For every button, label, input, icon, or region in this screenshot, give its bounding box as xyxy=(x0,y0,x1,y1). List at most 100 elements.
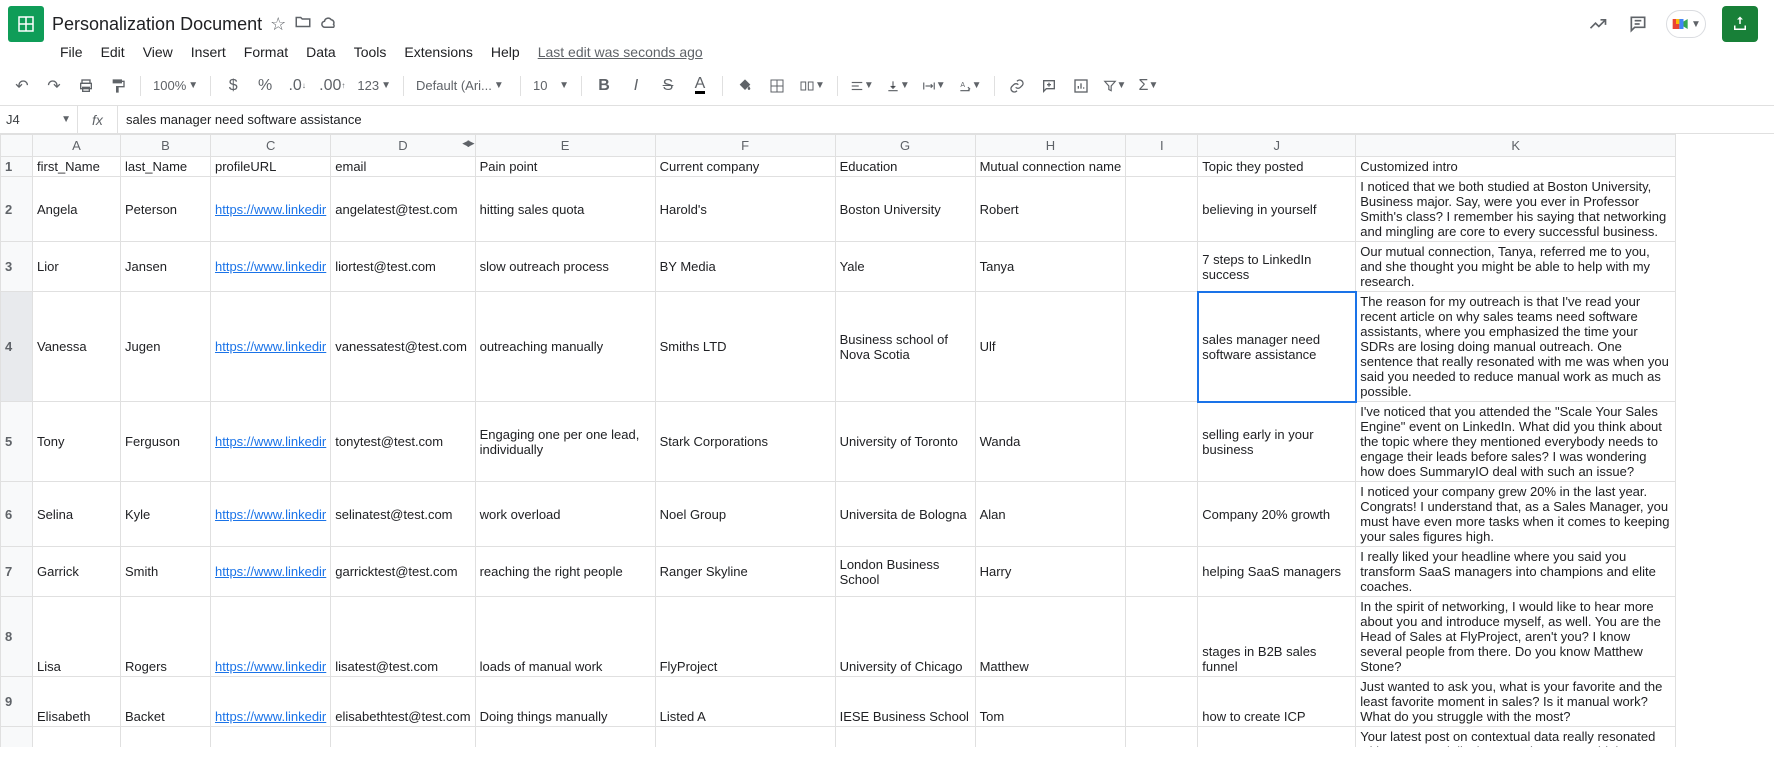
column-header-C[interactable]: C xyxy=(211,135,331,157)
cloud-status-icon[interactable] xyxy=(320,13,338,36)
cell[interactable]: Just wanted to ask you, what is your fav… xyxy=(1356,677,1676,727)
cell[interactable]: Ranger Skyline xyxy=(655,547,835,597)
column-header-J[interactable]: J xyxy=(1198,135,1356,157)
cell[interactable]: The reason for my outreach is that I've … xyxy=(1356,292,1676,402)
select-all-corner[interactable] xyxy=(1,135,33,157)
column-header-H[interactable]: H xyxy=(975,135,1126,157)
cell[interactable]: Jugen xyxy=(121,292,211,402)
cell[interactable]: Rogers xyxy=(121,597,211,677)
cell[interactable]: Eloise xyxy=(33,727,121,748)
cell[interactable]: Angela xyxy=(33,177,121,242)
cell[interactable]: Lior xyxy=(33,242,121,292)
sheets-logo-icon[interactable] xyxy=(8,6,44,42)
cell[interactable]: Elisabeth xyxy=(33,677,121,727)
cell[interactable]: Customized intro xyxy=(1356,157,1676,177)
bold-button[interactable]: B xyxy=(590,72,618,100)
decrease-decimal-button[interactable]: .0↓ xyxy=(283,72,311,100)
cell[interactable]: email xyxy=(331,157,475,177)
cell[interactable]: https://www.linkedir xyxy=(211,482,331,547)
column-header-G[interactable]: G xyxy=(835,135,975,157)
cell[interactable]: London Business School xyxy=(835,547,975,597)
fill-color-button[interactable] xyxy=(731,72,759,100)
italic-button[interactable]: I xyxy=(622,72,650,100)
cell[interactable]: Engaging one per one lead, individually xyxy=(475,402,655,482)
spreadsheet-grid[interactable]: ABCD◀ ▶EFGHIJK 1first_Namelast_Nameprofi… xyxy=(0,134,1774,747)
cell[interactable]: Smith xyxy=(121,547,211,597)
cell[interactable]: University of Chicago xyxy=(835,597,975,677)
cell[interactable]: Company 20% growth xyxy=(1198,482,1356,547)
cell[interactable]: Listed A xyxy=(655,677,835,727)
cell[interactable] xyxy=(1126,242,1198,292)
increase-decimal-button[interactable]: .00↑ xyxy=(315,72,349,100)
document-title[interactable]: Personalization Document xyxy=(52,14,262,35)
print-button[interactable] xyxy=(72,72,100,100)
cell[interactable]: Doing things manually xyxy=(475,677,655,727)
formula-input[interactable]: sales manager need software assistance xyxy=(118,112,1774,127)
cell[interactable]: loads of manual work xyxy=(475,597,655,677)
cell[interactable]: https://www.linkedir xyxy=(211,177,331,242)
cell[interactable]: elisabethtest@test.com xyxy=(331,677,475,727)
font-select[interactable]: Default (Ari... ▼ xyxy=(412,74,512,98)
undo-button[interactable]: ↶ xyxy=(8,72,36,100)
cell[interactable]: Backet xyxy=(121,677,211,727)
row-header[interactable]: 6 xyxy=(1,482,33,547)
cell[interactable]: vanessatest@test.com xyxy=(331,292,475,402)
cell[interactable] xyxy=(1126,157,1198,177)
cell[interactable]: Yale xyxy=(835,242,975,292)
cell[interactable]: Tony xyxy=(33,402,121,482)
filter-button[interactable]: ▼ xyxy=(1099,72,1131,100)
cell[interactable]: tonytest@test.com xyxy=(331,402,475,482)
redo-button[interactable]: ↷ xyxy=(40,72,68,100)
cell[interactable]: lisatest@test.com xyxy=(331,597,475,677)
cell[interactable]: In the spirit of networking, I would lik… xyxy=(1356,597,1676,677)
cell[interactable]: liortest@test.com xyxy=(331,242,475,292)
cell[interactable] xyxy=(1126,177,1198,242)
cell[interactable]: outreaching manually xyxy=(475,292,655,402)
cell[interactable]: Ferguson xyxy=(121,402,211,482)
last-edit-link[interactable]: Last edit was seconds ago xyxy=(538,44,703,60)
column-header-K[interactable]: K xyxy=(1356,135,1676,157)
cell[interactable]: Alan xyxy=(975,482,1126,547)
star-icon[interactable]: ☆ xyxy=(270,14,286,35)
format-currency-button[interactable]: $ xyxy=(219,72,247,100)
cell[interactable]: I noticed your company grew 20% in the l… xyxy=(1356,482,1676,547)
cell[interactable]: helping SaaS managers xyxy=(1198,547,1356,597)
name-box[interactable]: J4▼ xyxy=(0,106,78,133)
profile-url-link[interactable]: https://www.linkedir xyxy=(215,259,326,274)
row-header[interactable]: 3 xyxy=(1,242,33,292)
cell[interactable]: Harold's xyxy=(655,177,835,242)
cell[interactable] xyxy=(1126,402,1198,482)
cell[interactable]: Business school of Nova Scotia xyxy=(835,292,975,402)
cell[interactable] xyxy=(1126,727,1198,748)
font-size-select[interactable]: 10 ▼ xyxy=(529,74,573,98)
cell[interactable]: https://www.linkedir xyxy=(211,402,331,482)
cell[interactable]: https://www.linkedir xyxy=(211,242,331,292)
column-header-A[interactable]: A xyxy=(33,135,121,157)
cell[interactable]: 7 steps to LinkedIn success xyxy=(1198,242,1356,292)
cell[interactable]: selling early in your business xyxy=(1198,402,1356,482)
move-folder-icon[interactable] xyxy=(294,13,312,36)
cell[interactable] xyxy=(1126,292,1198,402)
horizontal-align-button[interactable]: ▼ xyxy=(846,72,878,100)
cell[interactable]: Your latest post on contextual data real… xyxy=(1356,727,1676,748)
cell[interactable]: Wanda xyxy=(975,402,1126,482)
cell[interactable]: Topic they posted xyxy=(1198,157,1356,177)
insert-chart-button[interactable] xyxy=(1067,72,1095,100)
profile-url-link[interactable]: https://www.linkedir xyxy=(215,659,326,674)
merge-cells-button[interactable]: ▼ xyxy=(795,72,829,100)
profile-url-link[interactable]: https://www.linkedir xyxy=(215,709,326,724)
cell[interactable]: believing in yourself xyxy=(1198,177,1356,242)
cell[interactable]: first_Name xyxy=(33,157,121,177)
cell[interactable]: Harry xyxy=(975,547,1126,597)
cell[interactable]: Rotterdam School Of Management xyxy=(835,727,975,748)
cell[interactable]: Our mutual connection, Tanya, referred m… xyxy=(1356,242,1676,292)
cell[interactable] xyxy=(1126,677,1198,727)
menu-help[interactable]: Help xyxy=(483,40,528,64)
column-header-E[interactable]: E xyxy=(475,135,655,157)
cell[interactable]: Vanessa xyxy=(33,292,121,402)
row-header[interactable]: 5 xyxy=(1,402,33,482)
cell[interactable]: Reporting and Analytics xyxy=(475,727,655,748)
cell[interactable]: I really liked your headline where you s… xyxy=(1356,547,1676,597)
cell[interactable]: selinatest@test.com xyxy=(331,482,475,547)
meet-icon[interactable]: ▼ xyxy=(1666,10,1706,38)
